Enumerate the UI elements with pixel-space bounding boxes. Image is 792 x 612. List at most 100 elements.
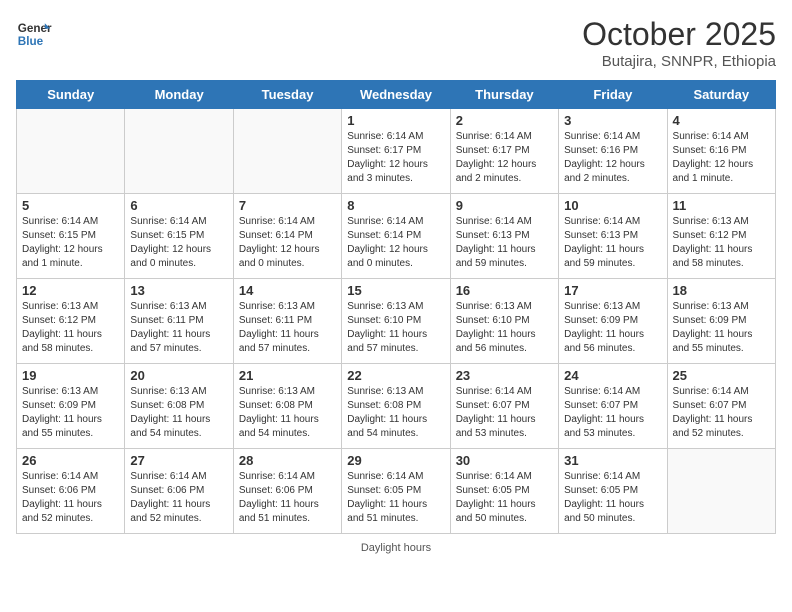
calendar-cell: 13 Sunrise: 6:13 AM Sunset: 6:11 PM Dayli…	[125, 279, 233, 364]
calendar-cell: 4 Sunrise: 6:14 AM Sunset: 6:16 PM Daylig…	[667, 109, 775, 194]
day-info: Sunrise: 6:14 AM Sunset: 6:06 PM Dayligh…	[22, 470, 119, 526]
location-subtitle: Butajira, SNNPR, Ethiopia	[582, 53, 776, 70]
calendar-cell: 17Sunrise: 6:13 AM Sunset: 6:09 PM Dayli…	[559, 279, 667, 364]
calendar-cell	[125, 109, 233, 194]
day-number: 22	[347, 368, 444, 383]
day-number: 16	[456, 283, 553, 298]
calendar-cell: 30 Sunrise: 6:14 AM Sunset: 6:05 PM Dayli…	[450, 449, 558, 534]
day-number: 6	[130, 198, 227, 213]
day-info: Sunrise: 6:14 AM Sunset: 6:13 PM Dayligh…	[564, 215, 661, 271]
calendar-cell: 23Sunrise: 6:14 AM Sunset: 6:07 PM Dayli…	[450, 364, 558, 449]
calendar-cell: 15Sunrise: 6:13 AM Sunset: 6:10 PM Dayli…	[342, 279, 450, 364]
day-number: 11	[673, 198, 770, 213]
calendar-cell: 29 Sunrise: 6:14 AM Sunset: 6:05 PM Dayli…	[342, 449, 450, 534]
day-info: Sunrise: 6:14 AM Sunset: 6:17 PM Dayligh…	[347, 130, 444, 186]
calendar-cell: 11 Sunrise: 6:13 AM Sunset: 6:12 PM Dayli…	[667, 194, 775, 279]
day-number: 20	[130, 368, 227, 383]
day-info: Sunrise: 6:13 AM Sunset: 6:11 PM Dayligh…	[239, 300, 336, 356]
col-header-thursday: Thursday	[450, 81, 558, 109]
day-number: 24	[564, 368, 661, 383]
day-info: Sunrise: 6:13 AM Sunset: 6:09 PM Dayligh…	[673, 300, 770, 356]
day-number: 25	[673, 368, 770, 383]
calendar-cell: 10 Sunrise: 6:14 AM Sunset: 6:13 PM Dayli…	[559, 194, 667, 279]
title-block: October 2025 Butajira, SNNPR, Ethiopia	[582, 16, 776, 70]
day-info: Sunrise: 6:14 AM Sunset: 6:07 PM Dayligh…	[673, 385, 770, 441]
col-header-friday: Friday	[559, 81, 667, 109]
day-info: Sunrise: 6:13 AM Sunset: 6:11 PM Dayligh…	[130, 300, 227, 356]
day-number: 14	[239, 283, 336, 298]
day-info: Sunrise: 6:14 AM Sunset: 6:17 PM Dayligh…	[456, 130, 553, 186]
calendar-cell: 19Sunrise: 6:13 AM Sunset: 6:09 PM Dayli…	[17, 364, 125, 449]
day-info: Sunrise: 6:14 AM Sunset: 6:07 PM Dayligh…	[564, 385, 661, 441]
day-info: Sunrise: 6:14 AM Sunset: 6:16 PM Dayligh…	[673, 130, 770, 186]
day-number: 2	[456, 113, 553, 128]
calendar-cell: 25 Sunrise: 6:14 AM Sunset: 6:07 PM Dayli…	[667, 364, 775, 449]
day-number: 21	[239, 368, 336, 383]
day-number: 9	[456, 198, 553, 213]
day-info: Sunrise: 6:13 AM Sunset: 6:08 PM Dayligh…	[347, 385, 444, 441]
calendar-cell: 6 Sunrise: 6:14 AM Sunset: 6:15 PM Daylig…	[125, 194, 233, 279]
day-info: Sunrise: 6:14 AM Sunset: 6:15 PM Dayligh…	[130, 215, 227, 271]
calendar-cell: 3Sunrise: 6:14 AM Sunset: 6:16 PM Daylig…	[559, 109, 667, 194]
day-info: Sunrise: 6:14 AM Sunset: 6:05 PM Dayligh…	[347, 470, 444, 526]
calendar-cell: 2 Sunrise: 6:14 AM Sunset: 6:17 PM Daylig…	[450, 109, 558, 194]
day-info: Sunrise: 6:14 AM Sunset: 6:05 PM Dayligh…	[564, 470, 661, 526]
day-number: 30	[456, 453, 553, 468]
calendar-cell	[667, 449, 775, 534]
day-number: 5	[22, 198, 119, 213]
day-info: Sunrise: 6:14 AM Sunset: 6:06 PM Dayligh…	[239, 470, 336, 526]
day-info: Sunrise: 6:14 AM Sunset: 6:05 PM Dayligh…	[456, 470, 553, 526]
calendar-cell	[233, 109, 341, 194]
calendar-cell	[17, 109, 125, 194]
day-info: Sunrise: 6:14 AM Sunset: 6:14 PM Dayligh…	[347, 215, 444, 271]
calendar-cell: 27 Sunrise: 6:14 AM Sunset: 6:06 PM Dayli…	[125, 449, 233, 534]
footer-note: Daylight hours	[16, 542, 776, 554]
calendar-cell: 28 Sunrise: 6:14 AM Sunset: 6:06 PM Dayli…	[233, 449, 341, 534]
day-number: 15	[347, 283, 444, 298]
calendar-cell: 24 Sunrise: 6:14 AM Sunset: 6:07 PM Dayli…	[559, 364, 667, 449]
day-number: 28	[239, 453, 336, 468]
month-title: October 2025	[582, 16, 776, 53]
day-info: Sunrise: 6:14 AM Sunset: 6:14 PM Dayligh…	[239, 215, 336, 271]
col-header-sunday: Sunday	[17, 81, 125, 109]
day-number: 10	[564, 198, 661, 213]
day-info: Sunrise: 6:14 AM Sunset: 6:13 PM Dayligh…	[456, 215, 553, 271]
day-number: 17	[564, 283, 661, 298]
calendar-header: SundayMondayTuesdayWednesdayThursdayFrid…	[17, 81, 776, 109]
col-header-tuesday: Tuesday	[233, 81, 341, 109]
day-number: 18	[673, 283, 770, 298]
calendar-cell: 26 Sunrise: 6:14 AM Sunset: 6:06 PM Dayli…	[17, 449, 125, 534]
day-number: 13	[130, 283, 227, 298]
col-header-wednesday: Wednesday	[342, 81, 450, 109]
day-number: 1	[347, 113, 444, 128]
day-number: 4	[673, 113, 770, 128]
day-number: 7	[239, 198, 336, 213]
svg-text:Blue: Blue	[18, 35, 44, 48]
day-number: 23	[456, 368, 553, 383]
day-info: Sunrise: 6:13 AM Sunset: 6:08 PM Dayligh…	[239, 385, 336, 441]
day-info: Sunrise: 6:13 AM Sunset: 6:08 PM Dayligh…	[130, 385, 227, 441]
daylight-label: Daylight hours	[361, 542, 431, 554]
day-number: 31	[564, 453, 661, 468]
day-info: Sunrise: 6:13 AM Sunset: 6:12 PM Dayligh…	[22, 300, 119, 356]
calendar-cell: 16 Sunrise: 6:13 AM Sunset: 6:10 PM Dayli…	[450, 279, 558, 364]
page-header: General Blue October 2025 Butajira, SNNP…	[16, 16, 776, 70]
day-info: Sunrise: 6:13 AM Sunset: 6:10 PM Dayligh…	[456, 300, 553, 356]
calendar-table: SundayMondayTuesdayWednesdayThursdayFrid…	[16, 80, 776, 534]
day-info: Sunrise: 6:14 AM Sunset: 6:15 PM Dayligh…	[22, 215, 119, 271]
day-number: 29	[347, 453, 444, 468]
calendar-cell: 1 Sunrise: 6:14 AM Sunset: 6:17 PM Daylig…	[342, 109, 450, 194]
day-number: 26	[22, 453, 119, 468]
calendar-cell: 20 Sunrise: 6:13 AM Sunset: 6:08 PM Dayli…	[125, 364, 233, 449]
logo: General Blue	[16, 16, 52, 52]
svg-text:General: General	[18, 22, 52, 35]
day-info: Sunrise: 6:13 AM Sunset: 6:09 PM Dayligh…	[22, 385, 119, 441]
calendar-cell: 5 Sunrise: 6:14 AM Sunset: 6:15 PM Daylig…	[17, 194, 125, 279]
calendar-cell: 9 Sunrise: 6:14 AM Sunset: 6:13 PM Daylig…	[450, 194, 558, 279]
day-info: Sunrise: 6:14 AM Sunset: 6:06 PM Dayligh…	[130, 470, 227, 526]
col-header-saturday: Saturday	[667, 81, 775, 109]
day-info: Sunrise: 6:13 AM Sunset: 6:12 PM Dayligh…	[673, 215, 770, 271]
day-number: 27	[130, 453, 227, 468]
day-number: 12	[22, 283, 119, 298]
calendar-cell: 14 Sunrise: 6:13 AM Sunset: 6:11 PM Dayli…	[233, 279, 341, 364]
